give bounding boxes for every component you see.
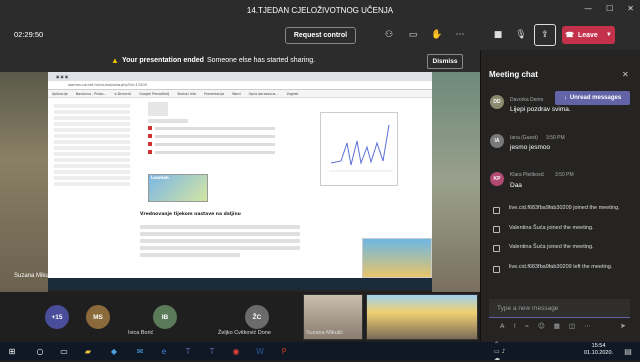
attach-icon[interactable]: ! (513, 322, 516, 330)
more-actions-icon[interactable]: ⋯ (453, 28, 467, 42)
participant-avatar-ib[interactable]: IB (153, 305, 177, 329)
participant-joined-icon (493, 226, 500, 233)
presenter-mini-video (362, 238, 432, 278)
minimize-icon[interactable]: — (584, 4, 592, 13)
window-controls: — ☐ ✕ (584, 4, 634, 13)
browser-address-bar: loomen.carnet.hr/course/view.php?id=1150… (48, 81, 432, 90)
participant-joined-icon (493, 207, 500, 214)
message-time: 3:50 PM (546, 135, 565, 141)
task-view-icon[interactable]: ▭ (58, 345, 70, 357)
taskbar-clock[interactable]: 15:54 01.10.2020. (584, 343, 613, 357)
chat-message-input[interactable]: Type a new message (489, 299, 630, 318)
message-avatar: IA (490, 134, 504, 148)
browser-bookmarks-bar: Aplikacije Naslovna - Pristo... e-Dnevni… (48, 90, 432, 98)
leave-label: Leave (577, 31, 598, 39)
sticker-icon[interactable]: ◫ (569, 322, 575, 330)
chart-graphic (329, 124, 393, 172)
system-tray-icons[interactable]: ⌃ ▭ ♪ ☁ (494, 341, 506, 362)
unread-messages-button[interactable]: ↓ Unread messages (555, 91, 630, 105)
emoji-icon[interactable]: ☺ (538, 322, 545, 330)
system-message: Valentina Šuća joined the meeting. (509, 244, 594, 250)
chat-icon[interactable]: ▭ (406, 28, 420, 42)
section-title: Vrednovanje tijekom nastave na daljinu (140, 212, 241, 217)
notification-icon[interactable]: ▤ (622, 345, 634, 357)
presenter-background-left (0, 72, 48, 292)
camera-icon[interactable]: ■ (491, 28, 505, 42)
banner-message: Your presentation ended Someone else has … (122, 57, 316, 64)
message-author: Iana (Guest) (510, 135, 538, 141)
message-text: Daa (510, 182, 522, 189)
lesson-image: Loomen (148, 174, 208, 202)
participants-icon[interactable]: ⚇ (382, 28, 396, 42)
participant-avatar-ms[interactable]: MS (86, 305, 110, 329)
powerpoint-icon[interactable]: P (278, 345, 290, 357)
participant-avatar-zc[interactable]: ŽC (245, 305, 269, 329)
system-message: Valentina Šuća joined the meeting. (509, 225, 594, 231)
participant-joined-icon (493, 245, 500, 252)
warning-icon: ▲ (111, 56, 119, 65)
meeting-timer: 02:29:50 (14, 30, 44, 39)
participant-video-screen[interactable] (366, 294, 478, 340)
teams-icon[interactable]: T (182, 345, 194, 357)
message-avatar: KP (490, 172, 504, 186)
attachment-icon[interactable]: ⌁ (525, 322, 529, 330)
chat-title: Meeting chat (489, 70, 538, 79)
browser-tab-strip: ▣ ▣ ▣ (48, 72, 432, 81)
word-icon[interactable]: W (254, 345, 266, 357)
presentation-banner: ▲ Your presentation ended Someone else ha… (0, 50, 480, 72)
window-title-bar: 14.TJEDAN CJELOŽIVOTNOG UČENJA — ☐ ✕ (0, 0, 640, 20)
phone-icon: ☎ (565, 32, 574, 39)
leave-button[interactable]: ☎ Leave ▼ (562, 26, 615, 44)
overflow-participants[interactable]: +15 (45, 305, 69, 329)
file-explorer-icon[interactable]: ▰ (82, 345, 94, 357)
windows-start-icon[interactable]: ⊞ (6, 345, 18, 357)
chat-compose-actions: A ! ⌁ ☺ ▦ ◫ ⋯ (500, 322, 591, 330)
more-options-icon[interactable]: ⋯ (584, 322, 591, 330)
share-icon: ⇪ (541, 30, 549, 40)
message-time: 3:50 PM (555, 172, 574, 178)
search-icon[interactable]: ○ (34, 345, 46, 357)
participant-name-ib: Ivica Borić (128, 330, 154, 336)
system-message: live.cid.f683fba9fab30209 joined the mee… (509, 205, 620, 211)
maximize-icon[interactable]: ☐ (606, 4, 613, 13)
course-progress-chart (320, 112, 398, 186)
close-chat-icon[interactable]: ✕ (622, 70, 629, 79)
raise-hand-icon[interactable]: ✋ (430, 28, 444, 42)
mail-icon[interactable]: ✉ (134, 345, 146, 357)
edge-icon[interactable]: e (158, 345, 170, 357)
share-screen-button[interactable]: ⇪ (534, 24, 556, 46)
send-icon[interactable]: ➤ (620, 322, 626, 330)
request-control-button[interactable]: Request control (285, 27, 356, 44)
microphone-icon[interactable]: 🎙 (514, 28, 528, 42)
message-avatar: DD (490, 95, 504, 109)
message-author: Klara Pletikosić (510, 172, 545, 178)
close-window-icon[interactable]: ✕ (627, 4, 634, 13)
course-sidebar (48, 98, 136, 278)
arrow-down-icon: ↓ (563, 95, 567, 101)
message-text: Lijepi pozdrav svima. (510, 106, 571, 113)
presenter-name: Suzana Mikulić (14, 273, 55, 279)
participant-left-icon (493, 266, 500, 273)
message-author: Davorka Demo (510, 97, 544, 103)
presenter-background-right (432, 72, 480, 292)
window-title: 14.TJEDAN CJELOŽIVOTNOG UČENJA (246, 5, 394, 15)
chevron-down-icon[interactable]: ▼ (606, 32, 612, 38)
teams-meeting-icon[interactable]: T (206, 345, 218, 357)
message-text: jesmo jesmoo (510, 144, 551, 151)
format-icon[interactable]: A (500, 322, 504, 330)
gif-icon[interactable]: ▦ (554, 322, 560, 330)
dismiss-button[interactable]: Dismiss (427, 54, 463, 69)
system-message: live.cid.f683fba9fab30209 left the meeti… (509, 264, 613, 270)
windows-taskbar (0, 342, 640, 360)
chrome-icon[interactable]: ◉ (230, 345, 242, 357)
store-icon[interactable]: ◆ (108, 345, 120, 357)
participant-name-video: Suzana Mikulić (306, 330, 343, 336)
participant-name-zc: Željko Cvitković Done (218, 330, 271, 336)
presenter-taskbar (48, 278, 432, 290)
